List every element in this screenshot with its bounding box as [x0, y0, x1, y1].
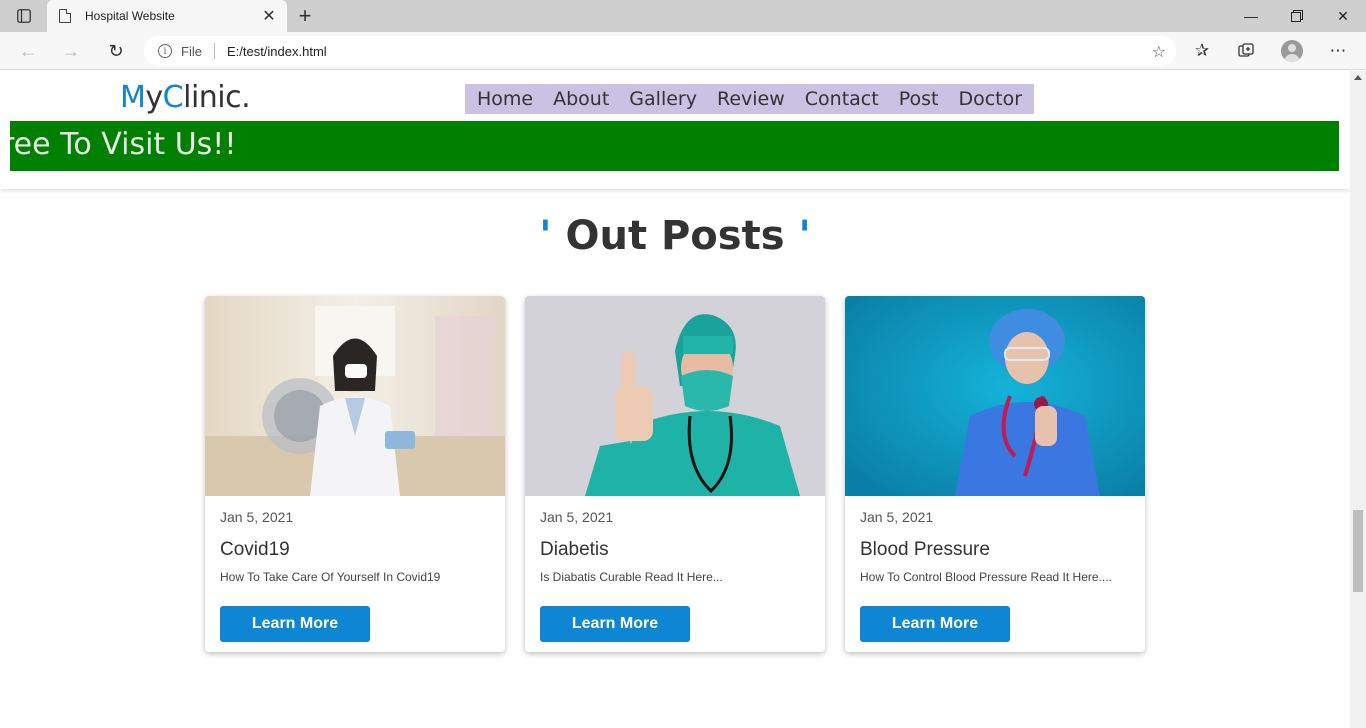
collections-icon[interactable] — [1232, 37, 1260, 65]
new-tab-button[interactable]: + — [292, 3, 318, 28]
close-window-button[interactable]: ✕ — [1320, 0, 1366, 32]
tab-actions-icon[interactable] — [10, 6, 38, 26]
post-description: Is Diabatis Curable Read It Here... — [540, 570, 723, 584]
nav-home[interactable]: Home — [467, 88, 543, 110]
post-description: How To Take Care Of Yourself In Covid19 — [220, 570, 441, 584]
post-image-blood-pressure — [845, 296, 1145, 496]
address-divider — [213, 43, 215, 59]
site-header: MyClinic. Home About Gallery Review Cont… — [0, 71, 1350, 189]
section-title: ' Out Posts ' — [0, 213, 1350, 259]
browser-tab[interactable]: Hospital Website ✕ — [47, 0, 287, 32]
post-image-covid19 — [205, 296, 505, 496]
nav-review[interactable]: Review — [707, 88, 795, 110]
post-image-diabetis — [525, 296, 825, 496]
marquee-text: ree To Visit Us!! — [10, 127, 237, 162]
browser-toolbar: ← → ↻ i File E:/test/index.html ☆ ✰ ⋯ — [0, 32, 1366, 70]
post-description: How To Control Blood Pressure Read It He… — [860, 570, 1112, 584]
learn-more-button[interactable]: Learn More — [540, 606, 690, 642]
post-date: Jan 5, 2021 — [860, 509, 934, 525]
more-menu-icon[interactable]: ⋯ — [1324, 37, 1352, 65]
announcement-marquee: ree To Visit Us!! — [10, 121, 1339, 171]
learn-more-button[interactable]: Learn More — [860, 606, 1010, 642]
site-logo[interactable]: MyClinic. — [120, 80, 251, 115]
main-nav: Home About Gallery Review Contact Post D… — [465, 84, 1035, 114]
logo-rest: linic. — [183, 80, 251, 115]
learn-more-button[interactable]: Learn More — [220, 606, 370, 642]
post-date: Jan 5, 2021 — [220, 509, 294, 525]
logo-letter-y: y — [145, 80, 163, 115]
back-icon[interactable]: ← — [14, 37, 42, 65]
post-card-diabetis: Jan 5, 2021 Diabetis Is Diabatis Curable… — [525, 296, 825, 652]
page-icon — [59, 9, 71, 23]
nav-contact[interactable]: Contact — [795, 88, 889, 110]
post-card-covid19: Jan 5, 2021 Covid19 How To Take Care Of … — [205, 296, 505, 652]
nav-doctor[interactable]: Doctor — [948, 88, 1032, 110]
post-title[interactable]: Diabetis — [540, 539, 609, 561]
nav-post[interactable]: Post — [889, 88, 949, 110]
title-quote-close: ' — [798, 213, 811, 259]
post-card-blood-pressure: Jan 5, 2021 Blood Pressure How To Contro… — [845, 296, 1145, 652]
post-date: Jan 5, 2021 — [540, 509, 614, 525]
nav-about[interactable]: About — [543, 88, 619, 110]
favorites-icon[interactable]: ✰ — [1188, 37, 1216, 65]
browser-tab-bar: Hospital Website ✕ + — ✕ — [0, 0, 1366, 32]
close-tab-icon[interactable]: ✕ — [257, 4, 281, 28]
address-bar[interactable]: i File E:/test/index.html ☆ — [144, 36, 1176, 66]
scroll-up-icon[interactable] — [1354, 75, 1362, 80]
restore-button[interactable] — [1274, 0, 1320, 32]
logo-letter-m: M — [120, 80, 146, 115]
add-favorite-icon[interactable]: ☆ — [1152, 42, 1166, 62]
reload-icon[interactable]: ↻ — [102, 37, 130, 65]
title-quote-open: ' — [539, 213, 552, 259]
scrollbar-thumb[interactable] — [1353, 510, 1363, 592]
address-url[interactable]: E:/test/index.html — [227, 44, 327, 59]
site-info-icon[interactable]: i — [158, 44, 172, 58]
tab-title: Hospital Website — [85, 9, 175, 23]
profile-avatar[interactable] — [1281, 40, 1303, 62]
page-scrollbar[interactable] — [1350, 71, 1366, 728]
forward-icon[interactable]: → — [57, 37, 85, 65]
address-scheme: File — [181, 43, 202, 59]
nav-gallery[interactable]: Gallery — [619, 88, 707, 110]
page-viewport: MyClinic. Home About Gallery Review Cont… — [0, 71, 1350, 728]
post-title[interactable]: Covid19 — [220, 539, 290, 561]
title-text: Out Posts — [551, 213, 799, 259]
logo-letter-c: C — [162, 80, 184, 115]
post-title[interactable]: Blood Pressure — [860, 539, 990, 561]
minimize-button[interactable]: — — [1228, 0, 1274, 32]
